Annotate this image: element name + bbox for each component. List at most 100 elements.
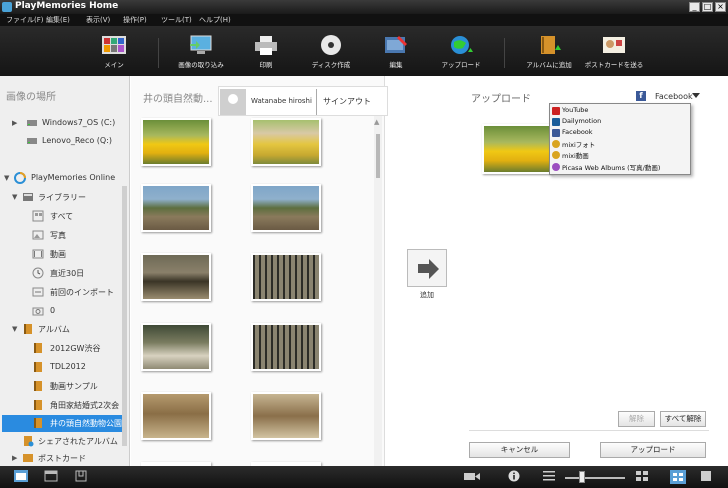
add-to-upload-button[interactable] [407, 249, 447, 287]
edit-label: 編集 [389, 61, 403, 69]
deselect-button[interactable]: 解除 [618, 411, 655, 427]
cancel-button[interactable]: キャンセル [469, 442, 570, 458]
photo-thumbnail[interactable] [141, 392, 211, 440]
small-grid-icon[interactable] [543, 470, 555, 482]
tree-postcard[interactable]: ▶ ポストカード [12, 451, 130, 466]
tree-drive-c[interactable]: ▶ Windows7_OS (C:) [12, 116, 130, 131]
device-view-icon[interactable] [74, 470, 88, 482]
album-icon [34, 400, 42, 410]
photo-thumbnail[interactable] [251, 323, 321, 371]
shared-album-icon [24, 436, 34, 447]
postcard-button[interactable]: ポストカードを送る [579, 34, 649, 70]
folder-view-icon[interactable] [14, 470, 28, 482]
calendar-view-icon[interactable] [44, 470, 58, 482]
maximize-button[interactable]: □ [702, 2, 713, 12]
photo-thumbnail[interactable] [251, 118, 321, 166]
photo-thumbnail[interactable] [141, 253, 211, 301]
zoom-slider-knob[interactable] [579, 471, 585, 483]
large-grid-icon[interactable] [636, 470, 648, 482]
photo-thumbnail[interactable] [251, 392, 321, 440]
service-select[interactable]: Facebook [655, 92, 693, 101]
menu-tools[interactable]: ツール(T) [161, 15, 192, 25]
upload-button[interactable]: アップロード [426, 34, 496, 70]
expand-arrow-icon[interactable]: ▶ [12, 454, 17, 462]
minimize-button[interactable]: _ [689, 2, 700, 12]
edit-icon [385, 36, 407, 53]
album-add-label: アルバムに追加 [526, 61, 572, 69]
tree-videos[interactable]: 動画 [32, 247, 130, 262]
scroll-up-icon[interactable]: ▲ [374, 118, 379, 126]
tree-photos[interactable]: 写真 [32, 228, 130, 243]
tree-album[interactable]: ▼ アルバム [12, 322, 130, 337]
upload-photo[interactable] [482, 124, 552, 174]
expand-arrow-icon[interactable]: ▶ [12, 119, 17, 127]
left-scrollbar[interactable] [122, 186, 127, 446]
disc-create-button[interactable]: ディスク作成 [296, 34, 366, 70]
tree-label: すべて [50, 212, 74, 221]
tree-camera-zero[interactable]: 0 [32, 304, 130, 319]
edit-button[interactable]: 編集 [361, 34, 431, 70]
tree-album-item-selected[interactable]: 井の頭自然動物公園 [2, 415, 122, 432]
drive-icon [27, 138, 37, 144]
tree-last-import[interactable]: 前回のインポート [32, 285, 130, 300]
playmemories-online-icon [14, 172, 26, 184]
expand-arrow-icon[interactable]: ▼ [4, 174, 9, 182]
clock-icon [32, 267, 44, 279]
print-icon [255, 36, 277, 55]
tree-all[interactable]: すべて [32, 209, 130, 224]
app-icon [2, 2, 12, 12]
photo-thumbnail[interactable] [141, 184, 211, 232]
avatar [220, 89, 246, 115]
expand-arrow-icon[interactable]: ▼ [12, 325, 17, 333]
tree-album-item[interactable]: TDL2012 [32, 360, 130, 375]
upload-submit-button[interactable]: アップロード [600, 442, 706, 458]
grid-view-icon[interactable] [670, 470, 686, 484]
single-view-icon[interactable] [700, 470, 712, 482]
tree-library[interactable]: ▼ ライブラリー [12, 190, 130, 205]
menu-help[interactable]: ヘルプ(H) [199, 15, 231, 25]
photo-thumbnail[interactable] [251, 184, 321, 232]
tree-shared-albums[interactable]: シェアされたアルバム [12, 434, 130, 449]
option-label: YouTube [562, 106, 589, 114]
youtube-icon [552, 107, 560, 115]
import-button[interactable]: 画像の取り込み [166, 34, 236, 70]
album-add-button[interactable]: アルバムに追加 [514, 34, 584, 70]
menu-view[interactable]: 表示(V) [86, 15, 110, 25]
main-button[interactable]: メイン [79, 34, 149, 70]
menu-file[interactable]: ファイル(F) [6, 15, 44, 25]
tree-last-30-days[interactable]: 直近30日 [32, 266, 130, 281]
tree-album-item[interactable]: 動画サンプル [32, 379, 130, 394]
expand-arrow-icon[interactable]: ▼ [12, 193, 17, 201]
import-label: 画像の取り込み [178, 61, 224, 69]
print-button[interactable]: 印刷 [231, 34, 301, 70]
postcard-label: ポストカードを送る [584, 61, 644, 69]
disc-icon [321, 35, 341, 55]
signout-link[interactable]: サインアウト [323, 96, 371, 107]
chevron-down-icon[interactable] [692, 93, 700, 98]
tree-album-item[interactable]: 2012GW渋谷 [32, 341, 130, 356]
photo-thumbnail[interactable] [141, 118, 211, 166]
divider [316, 89, 317, 115]
album-icon [34, 362, 42, 372]
window-title: PlayMemories Home [15, 1, 119, 11]
tree-playmemories-online[interactable]: ▼ PlayMemories Online [4, 171, 130, 186]
tree-album-item[interactable]: 角田家結婚式2次会 [32, 398, 130, 413]
tree-drive-q[interactable]: Lenovo_Reco (Q:) [12, 134, 130, 149]
info-icon[interactable] [508, 470, 520, 482]
thumbnail-scrollbar[interactable]: ▲ [374, 116, 382, 466]
deselect-all-button[interactable]: すべて解除 [660, 411, 706, 427]
left-panel: 画像の場所 ▶ Windows7_OS (C:) Lenovo_Reco (Q:… [0, 76, 130, 466]
menu-operation[interactable]: 操作(P) [123, 15, 147, 25]
media-icon[interactable] [464, 470, 480, 482]
zoom-slider-track[interactable] [565, 477, 625, 479]
close-button[interactable]: × [715, 2, 726, 12]
photo-thumbnail[interactable] [141, 323, 211, 371]
scroll-thumb[interactable] [376, 134, 380, 178]
upload-title: アップロード [471, 94, 531, 105]
photo-thumbnail[interactable] [251, 253, 321, 301]
status-bar [0, 466, 728, 488]
library-icon [23, 193, 33, 201]
menu-edit[interactable]: 編集(E) [46, 15, 70, 25]
account-box: Watanabe hiroshi サインアウト [218, 86, 388, 116]
tree-label: 直近30日 [50, 269, 85, 278]
